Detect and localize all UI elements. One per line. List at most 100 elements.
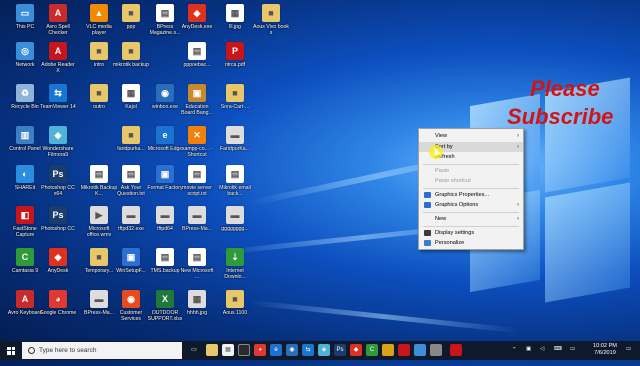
photoshop-icon[interactable]: Ps — [334, 344, 346, 356]
desktop-icon-image: ◐ — [16, 165, 34, 183]
desktop-icon-image: ▬ — [122, 206, 140, 224]
notifications-icon[interactable]: ▭ — [626, 346, 631, 365]
desktop-icon[interactable]: ■ faridpurka... — [112, 126, 150, 152]
teamviewer-icon[interactable]: ⇆ — [302, 344, 314, 356]
file-explorer-icon[interactable] — [206, 344, 218, 356]
anydesk-icon[interactable]: ◆ — [350, 344, 362, 356]
desktop-icon[interactable]: ◆ AnyDesk.exe — [178, 4, 216, 30]
edge-icon[interactable]: e — [270, 344, 282, 356]
desktop-icon-label: Mikrotik email back... — [219, 185, 251, 197]
app-icon[interactable] — [450, 344, 462, 356]
desktop-icon[interactable]: Ps Photoshop CC x64 — [39, 165, 77, 197]
desktop-icon-image: Ps — [49, 165, 67, 183]
desktop-icon[interactable]: ■ Sora-Cart-... — [216, 84, 254, 110]
volume-icon[interactable]: ◁ — [540, 346, 544, 365]
language-icon[interactable]: ▭ — [570, 346, 575, 365]
search-box[interactable]: Type here to search — [22, 342, 182, 359]
menu-item-graphics-properties[interactable]: Graphics Properties... — [419, 190, 523, 200]
desktop-icon-label: AnyDesk.exe — [181, 24, 213, 30]
desktop-icon-label: Photoshop CC — [41, 226, 75, 232]
desktop-icon[interactable]: ◉ Customer Services — [112, 290, 150, 322]
desktop-icon[interactable]: ▬ FaridpurKa... — [216, 126, 254, 152]
menu-item-graphics-options[interactable]: Graphics Options › — [419, 200, 523, 210]
desktop-icon-image: ▤ — [188, 248, 206, 266]
desktop-icon-image: ▤ — [156, 248, 174, 266]
clock-time: 10:02 PM — [593, 343, 617, 349]
menu-item-paste-shortcut[interactable]: Paste shortcut — [419, 176, 523, 186]
desktop-icon[interactable]: ✕ xampp-co... - Shortcut — [178, 126, 216, 158]
personalize-icon — [424, 240, 431, 246]
desktop-icon-image: ▣ — [156, 165, 174, 183]
desktop-icon-image: ■ — [122, 42, 140, 60]
desktop-icon[interactable]: ▤ pppoebac... — [178, 42, 216, 68]
windows-icon — [7, 346, 15, 355]
network-icon[interactable]: ▣ — [526, 346, 531, 365]
menu-item-paste-shortcut-label: Paste shortcut — [435, 178, 471, 184]
app-icon[interactable] — [414, 344, 426, 356]
tray-overflow-icon[interactable]: ⌃ — [512, 347, 517, 366]
taskbar: Type here to search ▭ ▦ ◕ e ◉ ⇆ ◈ Ps ◆ C… — [0, 341, 640, 360]
desktop-icon[interactable]: Pntrca.pdf — [216, 42, 254, 68]
desktop-icon[interactable]: ⇆ TeamViewer 14 — [39, 84, 77, 110]
desktop-icon[interactable]: Ps Photoshop CC — [39, 206, 77, 232]
overlay-please-text: Please — [530, 76, 600, 101]
desktop-icon[interactable]: ▤ Ask Your Question.txt — [112, 165, 150, 197]
desktop-icon-label: faridpurka... — [117, 146, 145, 152]
start-button[interactable] — [0, 341, 22, 360]
camtasia-icon[interactable]: C — [366, 344, 378, 356]
app-icon[interactable] — [398, 344, 410, 356]
store-icon[interactable]: ▦ — [222, 344, 234, 356]
desktop-icon[interactable]: ■ Aous 1100 — [216, 290, 254, 316]
chrome-icon[interactable]: ◕ — [254, 344, 266, 356]
desktop-icon-label: WinSetupF... — [116, 268, 146, 274]
desktop-icon[interactable]: ▬ gggggggg... — [216, 206, 254, 232]
menu-item-new[interactable]: New › — [419, 214, 523, 224]
desktop-icon[interactable]: ⇣ Internet Downlo... — [216, 248, 254, 280]
desktop-icon[interactable]: ▤ Mikrotik email back... — [216, 165, 254, 197]
desktop-icon-image: ⇣ — [226, 248, 244, 266]
desktop-icon[interactable]: ◕ Google Chrome — [39, 290, 77, 316]
desktop-icon[interactable]: ■ Aous Vivo book s — [252, 4, 290, 36]
desktop-icon[interactable]: ▦ Kajol — [112, 84, 150, 110]
menu-item-paste[interactable]: Paste — [419, 166, 523, 176]
task-view-icon[interactable]: ▭ — [188, 344, 200, 356]
desktop-icon[interactable]: ◆ AnyDesk — [39, 248, 77, 274]
desktop-icon-label: Sora-Cart-... — [220, 104, 250, 110]
desktop-icon[interactable]: ■ ppp — [112, 4, 150, 30]
desktop-icon-label: Aous Vivo book s — [253, 24, 289, 36]
desktop-icon[interactable]: ▤ New Microsoft ... — [178, 248, 216, 280]
desktop-icon[interactable]: ▣ Education Board Bang... — [178, 84, 216, 116]
desktop-icon[interactable]: ▬ tftpd32.exe — [112, 206, 150, 232]
keyboard-icon[interactable]: ⌨ — [554, 346, 562, 365]
app-icon[interactable] — [382, 344, 394, 356]
overlay-subscribe-text: Subscribe — [507, 104, 614, 129]
desktop-icon[interactable]: ■ mikrotik backup — [112, 42, 150, 68]
desktop-icon-image: ▣ — [122, 248, 140, 266]
winbox-icon[interactable]: ◉ — [286, 344, 298, 356]
desktop-icon-image: A — [49, 4, 67, 22]
desktop-icon[interactable]: ▦ hhhh.jpg — [178, 290, 216, 316]
desktop-icon[interactable]: A Avro Spell Checker — [39, 4, 77, 36]
desktop-icon[interactable]: A Adobe Reader X — [39, 42, 77, 74]
desktop-icon-label: Aous 1100 — [222, 310, 248, 316]
app-icon[interactable] — [238, 344, 250, 356]
menu-item-display-settings[interactable]: Display settings — [419, 228, 523, 238]
desktop-icon[interactable]: ▦ lll.jpg — [216, 4, 254, 30]
desktop-icon-image: ◕ — [49, 290, 67, 308]
desktop-icon-image: ▦ — [226, 4, 244, 22]
taskbar-clock[interactable]: 10:02 PM 7/6/2019 — [588, 343, 622, 357]
desktop-icon-image: ▬ — [90, 290, 108, 308]
chevron-right-icon: › — [517, 216, 519, 222]
desktop-icon[interactable]: ▬ BPress-Ma... — [178, 206, 216, 232]
desktop-icon-image: ◈ — [49, 126, 67, 144]
menu-item-personalize[interactable]: Personalize — [419, 238, 523, 248]
desktop-icon[interactable]: ◈ Wondershare Filmora9 — [39, 126, 77, 158]
desktop-icon[interactable]: ▤ movie server script.txt — [178, 165, 216, 197]
filmora-icon[interactable]: ◈ — [318, 344, 330, 356]
desktop-icon-label: Google Chrome — [39, 310, 77, 316]
menu-item-view[interactable]: View › — [419, 131, 523, 141]
app-icon[interactable] — [430, 344, 442, 356]
desktop-icon[interactable]: ▣ WinSetupF... — [112, 248, 150, 274]
menu-separator — [423, 226, 519, 227]
desktop-icon-image: ▤ — [122, 165, 140, 183]
